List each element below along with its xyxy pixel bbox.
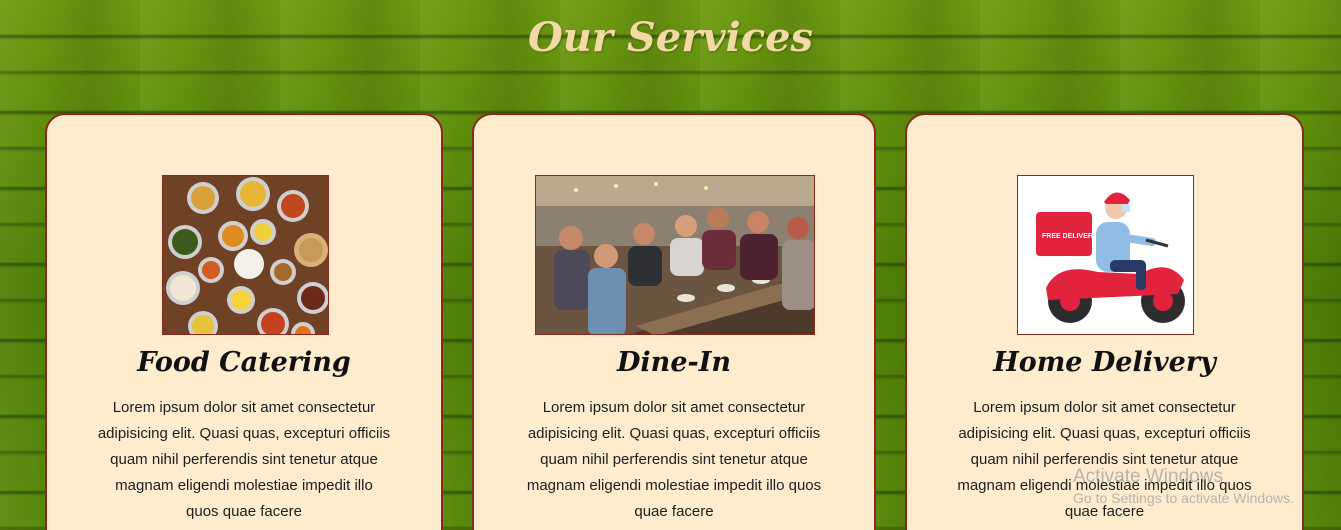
service-card-dine-in: Dine-In Lorem ipsum dolor sit amet conse…: [472, 113, 876, 530]
card-description: Lorem ipsum dolor sit amet consectetur a…: [526, 399, 822, 520]
friends-dining-image: [535, 175, 815, 335]
card-title: Dine-In: [617, 347, 731, 378]
watermark-line-1: Activate Windows: [1073, 466, 1223, 487]
card-description: Lorem ipsum dolor sit amet consectetur a…: [97, 399, 391, 520]
card-title: Food Catering: [137, 347, 351, 378]
watermark-line-2: Go to Settings to activate Windows.: [1073, 490, 1294, 506]
windows-activation-watermark: Activate Windows Go to Settings to activ…: [1073, 466, 1294, 506]
service-card-food-catering: Food Catering Lorem ipsum dolor sit amet…: [45, 113, 443, 530]
card-title: Home Delivery: [993, 347, 1216, 378]
section-title: Our Services: [527, 14, 814, 61]
food-platter-image: [162, 175, 329, 335]
delivery-box-label: FREE DELIVERY: [1042, 233, 1098, 240]
scooter-delivery-image: FREE DELIVERY: [1017, 175, 1194, 335]
